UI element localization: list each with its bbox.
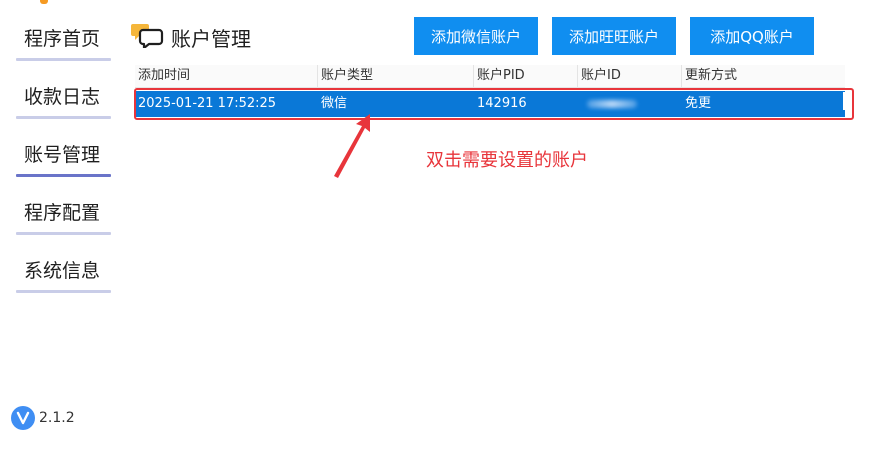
- page-title: 账户管理: [171, 26, 251, 51]
- add-wechat-account-button[interactable]: 添加微信账户: [414, 17, 538, 55]
- version-number: 2.1.2: [39, 410, 75, 426]
- column-header-added-time[interactable]: 添加时间: [135, 65, 318, 87]
- sidebar-item-account-management[interactable]: 账号管理: [16, 134, 111, 192]
- sidebar-item-label: 程序首页: [24, 28, 101, 50]
- cell-update-mode: 免更: [685, 96, 712, 111]
- sidebar-item-label: 程序配置: [24, 202, 101, 224]
- column-header-account-id[interactable]: 账户ID: [578, 65, 682, 87]
- table-header: 添加时间 账户类型 账户PID 账户ID 更新方式: [135, 65, 845, 88]
- cell-added-time: 2025-01-21 17:52:25: [138, 96, 277, 111]
- table-row[interactable]: 2025-01-21 17:52:25 微信 142916 免更: [135, 91, 845, 117]
- version-info: 2.1.2: [11, 406, 75, 430]
- cell-account-id-redacted: [578, 91, 682, 117]
- page-header: 账户管理: [131, 22, 251, 52]
- column-header-account-pid[interactable]: 账户PID: [474, 65, 578, 87]
- column-header-account-type[interactable]: 账户类型: [318, 65, 474, 87]
- sidebar-item-home[interactable]: 程序首页: [16, 18, 111, 76]
- sidebar-item-label: 账号管理: [24, 144, 101, 166]
- sidebar-item-program-config[interactable]: 程序配置: [16, 192, 111, 250]
- account-table: 添加时间 账户类型 账户PID 账户ID 更新方式 2025-01-21 17:…: [135, 65, 845, 117]
- add-wangwang-account-button[interactable]: 添加旺旺账户: [552, 17, 676, 55]
- app-corner-mark: [40, 0, 48, 4]
- sidebar-item-payment-log[interactable]: 收款日志: [16, 76, 111, 134]
- chat-bubbles-icon: [131, 22, 165, 52]
- sidebar-nav: 程序首页 收款日志 账号管理 程序配置 系统信息: [16, 18, 111, 308]
- sidebar-item-label: 收款日志: [24, 86, 101, 108]
- row-scroll-cap: [843, 92, 847, 110]
- annotation-arrow-icon: [334, 114, 370, 178]
- redacted-value: [587, 100, 637, 108]
- sidebar-item-system-info[interactable]: 系统信息: [16, 250, 111, 308]
- action-bar: 添加微信账户 添加旺旺账户 添加QQ账户: [414, 17, 814, 55]
- sidebar-item-label: 系统信息: [24, 260, 101, 282]
- column-header-update-mode[interactable]: 更新方式: [682, 65, 845, 87]
- annotation-text: 双击需要设置的账户: [426, 150, 588, 171]
- version-logo-icon: [11, 406, 35, 430]
- cell-account-pid: 142916: [477, 96, 527, 111]
- add-qq-account-button[interactable]: 添加QQ账户: [690, 17, 814, 55]
